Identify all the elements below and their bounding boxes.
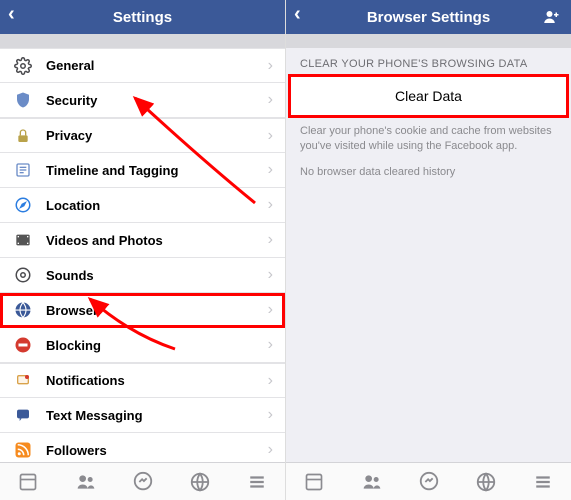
gear-icon [12, 55, 34, 77]
row-label: Followers [46, 443, 107, 458]
row-label: Security [46, 93, 97, 108]
chevron-right-icon: › [268, 57, 273, 75]
tab-notifications[interactable] [475, 471, 497, 493]
row-text-messaging[interactable]: Text Messaging › [0, 398, 285, 433]
row-label: Timeline and Tagging [46, 163, 178, 178]
add-friend-icon[interactable] [541, 8, 561, 26]
subheader-bar [0, 34, 285, 48]
chevron-right-icon: › [268, 196, 273, 214]
row-label: Blocking [46, 338, 101, 353]
header-title: Browser Settings [367, 9, 490, 26]
row-label: Notifications [46, 373, 125, 388]
row-label: Privacy [46, 128, 92, 143]
browser-settings-pane: ‹ Browser Settings CLEAR YOUR PHONE'S BR… [285, 0, 571, 500]
tab-feed[interactable] [303, 472, 325, 492]
row-general[interactable]: General › [0, 48, 285, 83]
row-label: General [46, 58, 94, 73]
row-label: Browser [46, 303, 98, 318]
row-sounds[interactable]: Sounds › [0, 258, 285, 293]
chevron-right-icon: › [268, 406, 273, 424]
tab-notifications[interactable] [189, 471, 211, 493]
chevron-right-icon: › [268, 441, 273, 459]
globe-icon [12, 299, 34, 321]
compass-icon [12, 194, 34, 216]
tab-menu[interactable] [246, 473, 268, 491]
tab-feed[interactable] [17, 472, 39, 492]
row-location[interactable]: Location › [0, 188, 285, 223]
bell-icon [12, 370, 34, 392]
chat-icon [12, 404, 34, 426]
row-videos[interactable]: Videos and Photos › [0, 223, 285, 258]
row-privacy[interactable]: Privacy › [0, 118, 285, 153]
clear-data-label: Clear Data [395, 88, 462, 104]
tab-bar [0, 462, 285, 500]
gear-icon [12, 264, 34, 286]
row-label: Videos and Photos [46, 233, 163, 248]
back-icon[interactable]: ‹ [294, 4, 301, 24]
settings-scroll[interactable]: General › Security › Privacy › [0, 48, 285, 462]
rss-icon [12, 439, 34, 461]
subheader-bar [286, 34, 571, 48]
chevron-right-icon: › [268, 161, 273, 179]
settings-pane: ‹ Settings General › Security › [0, 0, 285, 500]
clear-data-status: No browser data cleared history [286, 163, 571, 188]
tab-messenger[interactable] [132, 471, 154, 493]
header-title: Settings [113, 9, 172, 26]
browser-settings-header: ‹ Browser Settings [286, 0, 571, 34]
row-followers[interactable]: Followers › [0, 433, 285, 462]
chevron-right-icon: › [268, 91, 273, 109]
settings-header: ‹ Settings [0, 0, 285, 34]
row-timeline[interactable]: Timeline and Tagging › [0, 153, 285, 188]
chevron-right-icon: › [268, 266, 273, 284]
chevron-right-icon: › [268, 231, 273, 249]
list-icon [12, 159, 34, 181]
chevron-right-icon: › [268, 301, 273, 319]
chevron-right-icon: › [268, 372, 273, 390]
clear-data-description: Clear your phone's cookie and cache from… [286, 116, 571, 163]
tab-friends[interactable] [360, 472, 384, 492]
back-icon[interactable]: ‹ [8, 4, 15, 24]
tab-friends[interactable] [74, 472, 98, 492]
row-notifications[interactable]: Notifications › [0, 363, 285, 398]
row-blocking[interactable]: Blocking › [0, 328, 285, 363]
row-browser[interactable]: Browser › [0, 293, 285, 328]
tab-bar [286, 462, 571, 500]
row-label: Location [46, 198, 100, 213]
row-label: Sounds [46, 268, 94, 283]
row-security[interactable]: Security › [0, 83, 285, 118]
block-icon [12, 334, 34, 356]
chevron-right-icon: › [268, 336, 273, 354]
row-label: Text Messaging [46, 408, 143, 423]
shield-icon [12, 89, 34, 111]
lock-icon [12, 125, 34, 147]
chevron-right-icon: › [268, 127, 273, 145]
clear-data-button[interactable]: Clear Data [290, 76, 567, 116]
film-icon [12, 229, 34, 251]
tab-messenger[interactable] [418, 471, 440, 493]
tab-menu[interactable] [532, 473, 554, 491]
section-header: CLEAR YOUR PHONE'S BROWSING DATA [286, 48, 571, 76]
